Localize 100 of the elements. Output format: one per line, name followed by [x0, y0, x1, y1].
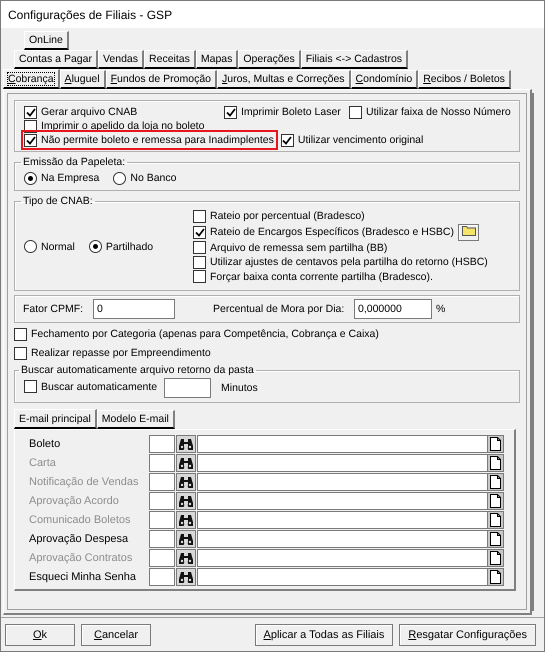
- radio-button[interactable]: [24, 172, 37, 184]
- tab[interactable]: Cobrança: [3, 69, 60, 89]
- input-field[interactable]: [197, 454, 504, 472]
- input-field[interactable]: [149, 473, 175, 491]
- search-button[interactable]: [176, 530, 196, 548]
- checkbox[interactable]: [24, 134, 37, 146]
- tab[interactable]: Mapas: [196, 50, 238, 69]
- document-icon: [490, 456, 501, 470]
- checkbox[interactable]: [24, 380, 37, 394]
- tab[interactable]: Condomínio: [350, 70, 418, 89]
- group-title: Buscar automaticamente arquivo retorno da pasta: [20, 364, 255, 376]
- input-field[interactable]: [197, 568, 504, 586]
- tab[interactable]: Modelo E-mail: [96, 410, 175, 429]
- checkbox[interactable]: [224, 106, 237, 118]
- row-label: Aprovação Despesa: [29, 532, 130, 547]
- checkbox-label: Realizar repasse por Empreendimento: [31, 347, 211, 359]
- folder-button[interactable]: [458, 224, 479, 240]
- dialog-button[interactable]: Cancelar: [81, 624, 151, 646]
- row-label: Aprovação Contratos: [29, 551, 134, 566]
- binoculars-icon: [179, 552, 193, 564]
- binoculars-icon: [179, 514, 193, 526]
- dialog-button[interactable]: Ok: [5, 624, 75, 646]
- document-icon: [490, 494, 501, 508]
- checkbox[interactable]: [193, 226, 206, 238]
- checkbox-label: Arquivo de remessa sem partilha (BB): [210, 242, 388, 254]
- search-button[interactable]: [176, 435, 196, 453]
- document-icon: [490, 570, 501, 584]
- checkbox-label: Utilizar faixa de Nosso Número: [366, 106, 511, 118]
- search-button[interactable]: [176, 473, 196, 491]
- binoculars-icon: [179, 533, 193, 545]
- dialog-button[interactable]: Aplicar a Todas as Filiais: [254, 624, 394, 646]
- document-icon: [490, 437, 501, 451]
- tab[interactable]: Recibos / Boletos: [418, 70, 511, 89]
- checkbox-label: Rateio por percentual (Bradesco): [210, 210, 365, 222]
- radio-label: Na Empresa: [41, 172, 100, 184]
- document-icon: [490, 532, 501, 546]
- checkbox-label: Imprimir Boleto Laser: [241, 106, 341, 118]
- document-icon: [490, 513, 501, 527]
- row-label: Notificação de Vendas: [29, 475, 140, 490]
- tab[interactable]: Vendas: [98, 50, 144, 69]
- binoculars-icon: [179, 457, 193, 469]
- input-field[interactable]: [197, 549, 504, 567]
- row-label: Carta: [29, 456, 57, 471]
- input-field[interactable]: [149, 435, 175, 453]
- search-button[interactable]: [176, 454, 196, 472]
- binoculars-icon: [179, 495, 193, 507]
- input-field[interactable]: [149, 549, 175, 567]
- radio-button[interactable]: [88, 240, 102, 253]
- input-field[interactable]: [197, 492, 504, 510]
- checkbox[interactable]: [193, 241, 206, 254]
- checkbox[interactable]: [193, 256, 206, 269]
- tab[interactable]: Filiais <-> Cadastros: [300, 50, 408, 69]
- document-icon: [490, 475, 501, 489]
- input-field[interactable]: [164, 378, 211, 398]
- search-button[interactable]: [176, 549, 196, 567]
- search-button[interactable]: [176, 511, 196, 529]
- checkbox[interactable]: [280, 134, 294, 146]
- tab[interactable]: Aluguel: [60, 70, 106, 89]
- checkbox-label: Forçar baixa conta corrente partilha (Bradesco).: [210, 270, 433, 283]
- binoculars-icon: [179, 438, 193, 450]
- checkbox[interactable]: [14, 346, 27, 360]
- dialog-button[interactable]: Resgatar Configurações: [399, 624, 536, 646]
- unit-label: Minutos: [221, 382, 258, 394]
- tab[interactable]: Contas a Pagar: [14, 50, 98, 69]
- tab[interactable]: Juros, Multas e Correções: [217, 70, 351, 89]
- unit-label: %: [436, 303, 446, 315]
- radio-button[interactable]: [113, 172, 126, 184]
- binoculars-icon: [179, 571, 193, 583]
- checkbox[interactable]: [24, 106, 37, 118]
- checkbox[interactable]: [349, 106, 362, 118]
- input-field[interactable]: [149, 568, 175, 586]
- input-field[interactable]: [149, 492, 175, 510]
- binoculars-icon: [179, 476, 193, 488]
- checkbox[interactable]: [193, 210, 206, 223]
- radio-button[interactable]: [24, 240, 37, 253]
- field-label: Percentual de Mora por Dia:: [213, 303, 346, 315]
- document-icon: [490, 551, 501, 565]
- tab[interactable]: OnLine: [24, 31, 69, 50]
- search-button[interactable]: [176, 568, 196, 586]
- input-field[interactable]: [149, 454, 175, 472]
- checkbox-label: Utilizar vencimento original: [298, 134, 424, 146]
- tab[interactable]: Operações: [238, 50, 301, 69]
- input-field[interactable]: [197, 435, 504, 453]
- tab[interactable]: Receitas: [144, 50, 196, 69]
- search-button[interactable]: [176, 492, 196, 510]
- tab[interactable]: E-mail principal: [14, 409, 97, 429]
- input-field[interactable]: [149, 530, 175, 548]
- checkbox[interactable]: [193, 270, 206, 284]
- checkbox[interactable]: [14, 328, 27, 340]
- radio-label: Partilhado: [106, 240, 154, 252]
- input-field[interactable]: [197, 473, 504, 491]
- checkbox-label: Fechamento por Categoria (apenas para Competência, Cobrança e Caixa): [31, 328, 379, 340]
- input-field[interactable]: 0: [93, 299, 175, 319]
- checkbox-label: Imprimir o apelido da loja no boleto: [41, 120, 204, 132]
- input-field[interactable]: [197, 530, 504, 548]
- input-field[interactable]: [197, 511, 504, 529]
- row-label: Comunicado Boletos: [29, 513, 132, 528]
- tab[interactable]: Fundos de Promoção: [106, 70, 217, 89]
- input-field[interactable]: [149, 511, 175, 529]
- input-field[interactable]: 0,000000: [354, 299, 432, 319]
